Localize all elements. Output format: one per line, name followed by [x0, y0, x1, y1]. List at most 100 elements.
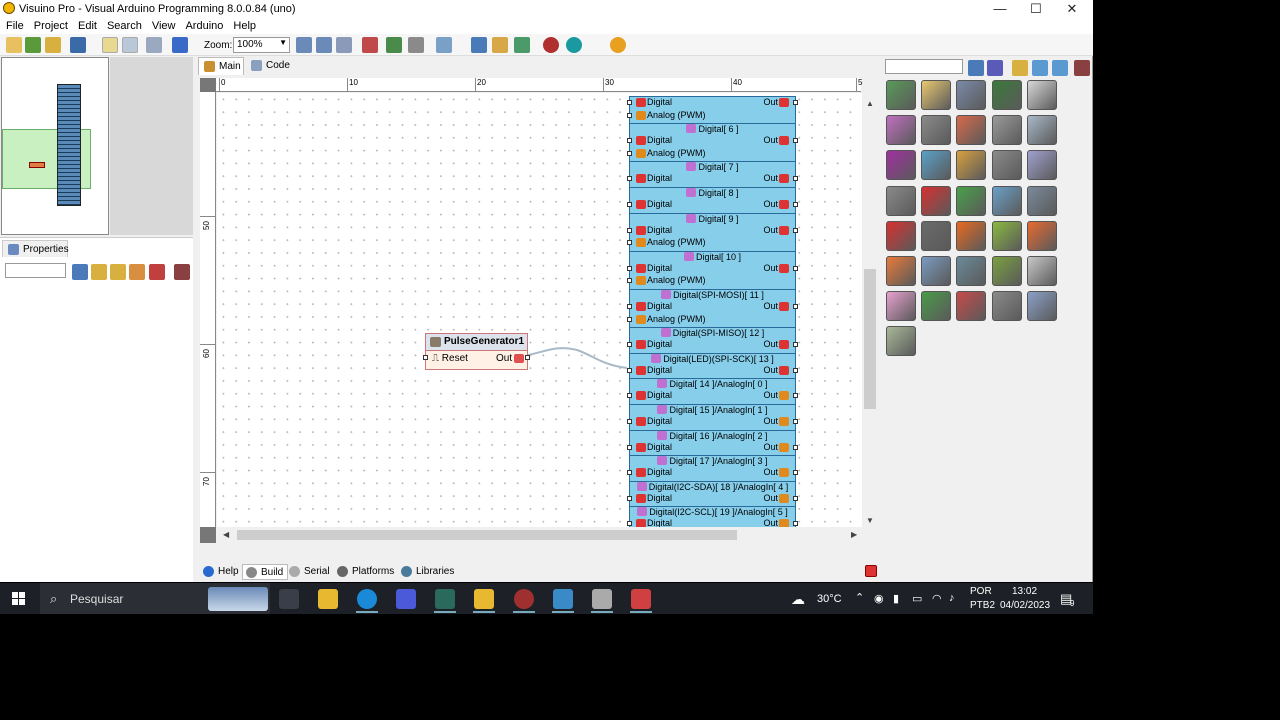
- input-pin[interactable]: [627, 150, 632, 156]
- output-pin[interactable]: [793, 176, 798, 182]
- input-pin[interactable]: [627, 495, 632, 501]
- file-explorer-icon[interactable]: [318, 589, 338, 609]
- menu-edit[interactable]: Edit: [72, 18, 101, 32]
- menu-search[interactable]: Search: [101, 18, 146, 32]
- out-pin[interactable]: [525, 355, 530, 360]
- collapse-icon[interactable]: [110, 264, 126, 280]
- palette-component-icon[interactable]: [886, 115, 916, 146]
- tab-platforms[interactable]: Platforms: [334, 564, 398, 580]
- display-icon[interactable]: [553, 589, 573, 609]
- pulse-generator[interactable]: PulseGenerator1 ⎍ Reset Out: [423, 333, 530, 370]
- palette-component-icon[interactable]: [1026, 185, 1057, 216]
- sort-icon[interactable]: [129, 264, 145, 280]
- filter-icon[interactable]: [72, 264, 88, 280]
- tab-help[interactable]: Help: [200, 564, 243, 580]
- windows-start-icon[interactable]: [12, 592, 25, 605]
- output-pin[interactable]: [793, 444, 798, 450]
- expand-icon[interactable]: [91, 264, 107, 280]
- tab-libraries[interactable]: Libraries: [398, 564, 458, 580]
- visuino-taskbar-icon[interactable]: [474, 589, 494, 609]
- chevron-up-icon[interactable]: ⌃: [855, 591, 864, 604]
- undo-icon[interactable]: [146, 37, 162, 53]
- palette-folder-icon[interactable]: [1012, 60, 1028, 76]
- output-pin[interactable]: [793, 367, 798, 373]
- arrange-icon[interactable]: [492, 37, 508, 53]
- theme-icon[interactable]: [610, 37, 626, 53]
- palette-component-icon[interactable]: [956, 80, 987, 110]
- palette-component-icon[interactable]: [921, 256, 952, 286]
- properties-search-input[interactable]: [5, 263, 66, 278]
- terminal-icon[interactable]: [435, 589, 455, 609]
- arduino-icon[interactable]: [566, 37, 582, 53]
- design-canvas[interactable]: Digital Out Analog (PWM) Digital[ 6 ] Digita…: [217, 93, 862, 527]
- connect-icon[interactable]: [386, 37, 402, 53]
- input-pin[interactable]: [627, 176, 632, 182]
- grid-icon[interactable]: [122, 37, 138, 53]
- cut-icon[interactable]: [408, 37, 424, 53]
- horizontal-scrollbar[interactable]: ◀ ▶: [217, 527, 862, 543]
- palette-search-input[interactable]: [885, 59, 963, 74]
- upload-icon[interactable]: [543, 37, 559, 53]
- menu-help[interactable]: Help: [227, 18, 260, 32]
- tab-code[interactable]: Code: [246, 57, 294, 75]
- palette-component-icon[interactable]: [956, 115, 987, 146]
- palette-component-icon[interactable]: [886, 185, 916, 216]
- presentation-icon[interactable]: [631, 589, 651, 609]
- minimap[interactable]: [1, 57, 109, 235]
- horizontal-scroll-thumb[interactable]: [237, 530, 737, 540]
- minimize-button[interactable]: —: [982, 0, 1018, 18]
- output-pin[interactable]: [793, 304, 798, 309]
- error-icon[interactable]: [865, 565, 877, 577]
- wifi-icon[interactable]: ◠: [932, 592, 942, 605]
- clock-date[interactable]: 04/02/2023: [1000, 600, 1050, 611]
- output-pin[interactable]: [793, 393, 798, 399]
- palette-component-icon[interactable]: [886, 291, 916, 322]
- palette-component-icon[interactable]: [921, 115, 952, 146]
- palette-component-icon[interactable]: [886, 256, 916, 286]
- input-pin[interactable]: [627, 265, 632, 271]
- vertical-scroll-thumb[interactable]: [864, 269, 876, 409]
- output-pin[interactable]: [793, 202, 798, 207]
- scroll-up-icon[interactable]: ▲: [866, 99, 874, 108]
- temperature[interactable]: 30°C: [817, 593, 842, 605]
- zoom-in-icon[interactable]: [296, 37, 312, 53]
- open-folder-icon[interactable]: [45, 37, 61, 53]
- output-pin[interactable]: [793, 495, 798, 501]
- scroll-left-icon[interactable]: ◀: [223, 530, 229, 539]
- palette-component-icon[interactable]: [921, 185, 952, 216]
- input-pin[interactable]: [627, 521, 632, 527]
- palette-component-icon[interactable]: [886, 220, 916, 251]
- palette-component-icon[interactable]: [886, 326, 916, 357]
- reset-pin[interactable]: [423, 355, 428, 360]
- output-pin[interactable]: [793, 227, 798, 233]
- input-pin[interactable]: [627, 100, 632, 105]
- language-secondary[interactable]: PTB2: [970, 600, 995, 611]
- palette-tools-icon[interactable]: [1074, 60, 1090, 76]
- output-pin[interactable]: [793, 470, 798, 476]
- palette-component-icon[interactable]: [956, 256, 987, 286]
- close-button[interactable]: ✕: [1054, 0, 1090, 18]
- palette-component-icon[interactable]: [1026, 256, 1057, 286]
- palette-component-icon[interactable]: [921, 80, 952, 110]
- palette-component-icon[interactable]: [991, 291, 1022, 322]
- input-pin[interactable]: [627, 112, 632, 118]
- palette-component-icon[interactable]: [1026, 150, 1057, 181]
- menu-arduino[interactable]: Arduino: [179, 18, 227, 32]
- output-pin[interactable]: [793, 265, 798, 271]
- output-pin[interactable]: [793, 342, 798, 348]
- align-icon[interactable]: [471, 37, 487, 53]
- zoom-out-icon[interactable]: [316, 37, 332, 53]
- grid-snap-icon[interactable]: [102, 37, 118, 53]
- palette-component-icon[interactable]: [991, 256, 1022, 286]
- arduino-board[interactable]: Digital Out Analog (PWM) Digital[ 6 ] Digita…: [627, 96, 798, 527]
- palette-component-icon[interactable]: [991, 220, 1022, 251]
- tab-build[interactable]: Build: [242, 564, 289, 580]
- maximize-button[interactable]: ☐: [1018, 0, 1054, 18]
- palette-component-icon[interactable]: [956, 291, 987, 322]
- input-pin[interactable]: [627, 367, 632, 373]
- palette-component-icon[interactable]: [921, 220, 952, 251]
- redo-icon[interactable]: [172, 37, 188, 53]
- palette-collapse-icon[interactable]: [1052, 60, 1068, 76]
- group-icon[interactable]: [514, 37, 530, 53]
- clock-time[interactable]: 13:02: [1012, 586, 1037, 597]
